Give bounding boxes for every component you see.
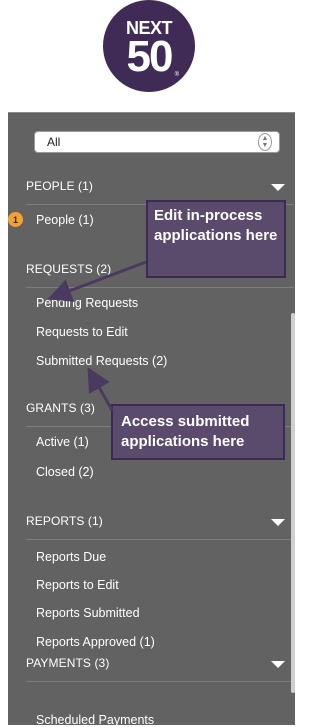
divider [26, 539, 294, 540]
logo-50-text: 50 [126, 32, 174, 81]
section-header-requests[interactable]: REQUESTS (2) [26, 262, 111, 276]
sidebar-item-closed[interactable]: Closed (2) [36, 465, 94, 479]
logo: NEXT 50 ® [103, 0, 195, 100]
section-header-reports[interactable]: REPORTS (1) [26, 514, 103, 528]
chevron-down-icon[interactable] [271, 519, 285, 526]
sidebar-item-pending-requests[interactable]: Pending Requests [36, 296, 138, 310]
sidebar-item-scheduled-payments[interactable]: Scheduled Payments [36, 713, 154, 727]
section-header-grants[interactable]: GRANTS (3) [26, 401, 95, 415]
chevron-down-icon[interactable] [271, 661, 285, 668]
section-header-people[interactable]: PEOPLE (1) [26, 179, 93, 193]
sidebar-item-reports-submitted[interactable]: Reports Submitted [36, 606, 140, 620]
sidebar-item-reports-to-edit[interactable]: Reports to Edit [36, 578, 119, 592]
notification-badge: 1 [8, 212, 23, 227]
sidebar-item-requests-to-edit[interactable]: Requests to Edit [36, 325, 128, 339]
logo-registered-mark: ® [174, 72, 179, 78]
updown-chevron-icon: ▲ ▼ [258, 133, 272, 151]
divider [26, 287, 294, 288]
scrollbar[interactable] [291, 313, 295, 693]
sidebar-item-submitted-requests[interactable]: Submitted Requests (2) [36, 354, 167, 368]
sidebar-item-people[interactable]: People (1) [36, 213, 94, 227]
sidebar-item-reports-approved[interactable]: Reports Approved (1) [36, 635, 155, 649]
sidebar-item-active[interactable]: Active (1) [36, 435, 89, 449]
section-header-payments[interactable]: PAYMENTS (3) [26, 656, 109, 670]
chevron-down-icon[interactable] [271, 184, 285, 191]
filter-select-value: All [47, 135, 61, 149]
sidebar-item-reports-due[interactable]: Reports Due [36, 550, 106, 564]
callout-edit-applications: Edit in-process applications here [146, 200, 286, 278]
divider [26, 681, 294, 682]
callout-access-submitted: Access submitted applications here [111, 404, 285, 460]
filter-select[interactable]: All ▲ ▼ [34, 131, 280, 153]
